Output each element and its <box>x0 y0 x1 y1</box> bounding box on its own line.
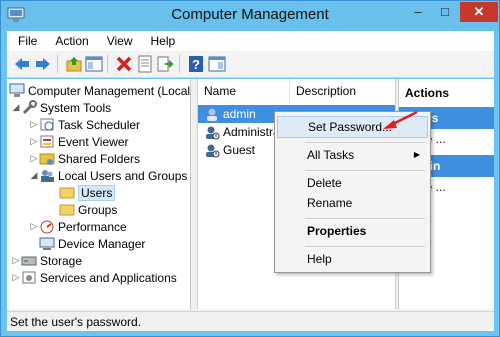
tools-icon <box>21 100 37 115</box>
tree-item-performance[interactable]: ▷ Performance <box>29 218 127 235</box>
up-folder-icon[interactable] <box>65 55 83 73</box>
disabled-user-icon <box>204 143 220 158</box>
column-header-name[interactable]: Name <box>198 79 290 103</box>
computer-management-window: Computer Management – □ ✕ File Action Vi… <box>0 0 500 337</box>
expanded-arrow-icon[interactable]: ◢ <box>11 102 21 113</box>
user-name: admin <box>223 107 256 121</box>
tree-item-label: Task Scheduler <box>58 117 141 132</box>
menu-file[interactable]: File <box>7 34 44 48</box>
tree-item-label: Users <box>78 184 116 201</box>
console-tree: Computer Management (Local ◢ System Tool… <box>7 79 191 309</box>
properties-icon[interactable] <box>136 55 154 73</box>
task-scheduler-icon <box>39 117 55 132</box>
menu-item-delete[interactable]: Delete <box>277 172 428 194</box>
event-viewer-icon <box>39 134 55 149</box>
expanded-arrow-icon[interactable]: ◢ <box>29 170 39 181</box>
toolbar-separator <box>179 55 180 73</box>
svg-text:?: ? <box>192 57 200 72</box>
folder-icon <box>59 202 75 217</box>
title-bar[interactable]: Computer Management – □ ✕ <box>1 1 499 31</box>
toolbar-separator <box>107 55 108 73</box>
tree-item-local-users-and-groups[interactable]: ◢ Local Users and Groups <box>29 167 188 184</box>
shared-folder-icon <box>39 151 55 166</box>
performance-icon <box>39 219 55 234</box>
context-menu: Set Password... All Tasks ▶ Delete Renam… <box>274 111 431 273</box>
tree-item-groups[interactable]: Groups <box>59 201 117 218</box>
storage-icon <box>21 253 37 268</box>
menu-separator <box>305 170 425 171</box>
show-hide-action-pane-icon[interactable] <box>208 55 226 73</box>
tree-item-label: Performance <box>58 219 127 234</box>
tree-item-label: Shared Folders <box>58 151 141 166</box>
users-group-icon <box>39 168 55 183</box>
collapsed-arrow-icon[interactable]: ▷ <box>11 272 21 283</box>
tree-item-label: Computer Management (Local <box>28 83 191 98</box>
menu-action[interactable]: Action <box>44 34 95 48</box>
tree-item-label: Services and Applications <box>40 270 177 285</box>
menu-view[interactable]: View <box>96 34 140 48</box>
tree-item-storage[interactable]: ▷ Storage <box>11 252 83 269</box>
tree-item-label: Groups <box>78 202 118 217</box>
menu-item-properties[interactable]: Properties <box>277 220 428 242</box>
tree-item-shared-folders[interactable]: ▷ Shared Folders <box>29 150 141 167</box>
tree-item-users[interactable]: Users <box>59 184 116 201</box>
tree-item-label: Local Users and Groups <box>58 168 188 183</box>
menu-separator <box>305 246 425 247</box>
tree-item-label: Device Manager <box>58 236 146 251</box>
folder-icon <box>59 185 75 200</box>
collapsed-arrow-icon[interactable]: ▷ <box>11 255 21 266</box>
tree-item-label: System Tools <box>40 100 112 115</box>
menu-item-label: All Tasks <box>307 148 355 162</box>
status-bar: Set the user's password. <box>7 311 494 331</box>
submenu-arrow-icon: ▶ <box>413 150 420 159</box>
collapsed-arrow-icon[interactable]: ▷ <box>29 221 39 232</box>
menu-item-help[interactable]: Help <box>277 248 428 270</box>
forward-icon[interactable] <box>34 55 52 73</box>
computer-management-icon <box>9 83 25 98</box>
minimize-button[interactable]: – <box>406 2 430 22</box>
menu-item-rename[interactable]: Rename <box>277 192 428 214</box>
tree-item-root[interactable]: Computer Management (Local <box>9 82 190 99</box>
delete-icon[interactable] <box>115 55 133 73</box>
tree-item-system-tools[interactable]: ◢ System Tools <box>11 99 111 116</box>
back-icon[interactable] <box>13 55 31 73</box>
tree-item-event-viewer[interactable]: ▷ Event Viewer <box>29 133 129 150</box>
help-icon[interactable]: ? <box>187 55 205 73</box>
menu-bar: File Action View Help <box>7 31 494 51</box>
export-icon[interactable] <box>156 55 174 73</box>
services-icon <box>21 270 37 285</box>
menu-separator <box>305 142 425 143</box>
toolbar-separator <box>57 55 58 73</box>
actions-header: Actions <box>405 86 450 100</box>
tree-item-services-and-applications[interactable]: ▷ Services and Applications <box>11 269 177 286</box>
menu-item-all-tasks[interactable]: All Tasks ▶ <box>277 144 428 166</box>
collapsed-arrow-icon[interactable]: ▷ <box>29 136 39 147</box>
tree-item-task-scheduler[interactable]: ▷ Task Scheduler <box>29 116 141 133</box>
collapsed-arrow-icon[interactable]: ▷ <box>29 119 39 130</box>
user-name: Guest <box>223 143 256 157</box>
close-button[interactable]: ✕ <box>460 2 498 22</box>
annotation-arrow-icon <box>383 110 418 129</box>
disabled-user-icon <box>204 125 220 140</box>
tree-item-device-manager[interactable]: Device Manager <box>39 235 145 252</box>
column-header-description[interactable]: Description <box>290 79 395 103</box>
maximize-button[interactable]: □ <box>433 2 457 22</box>
show-hide-tree-icon[interactable] <box>85 55 103 73</box>
tree-item-label: Storage <box>40 253 83 268</box>
menu-help[interactable]: Help <box>140 34 183 48</box>
user-icon <box>204 107 220 122</box>
menu-separator <box>305 218 425 219</box>
device-manager-icon <box>39 236 55 251</box>
toolbar: ? <box>7 51 494 78</box>
tree-item-label: Event Viewer <box>58 134 129 149</box>
collapsed-arrow-icon[interactable]: ▷ <box>29 153 39 164</box>
